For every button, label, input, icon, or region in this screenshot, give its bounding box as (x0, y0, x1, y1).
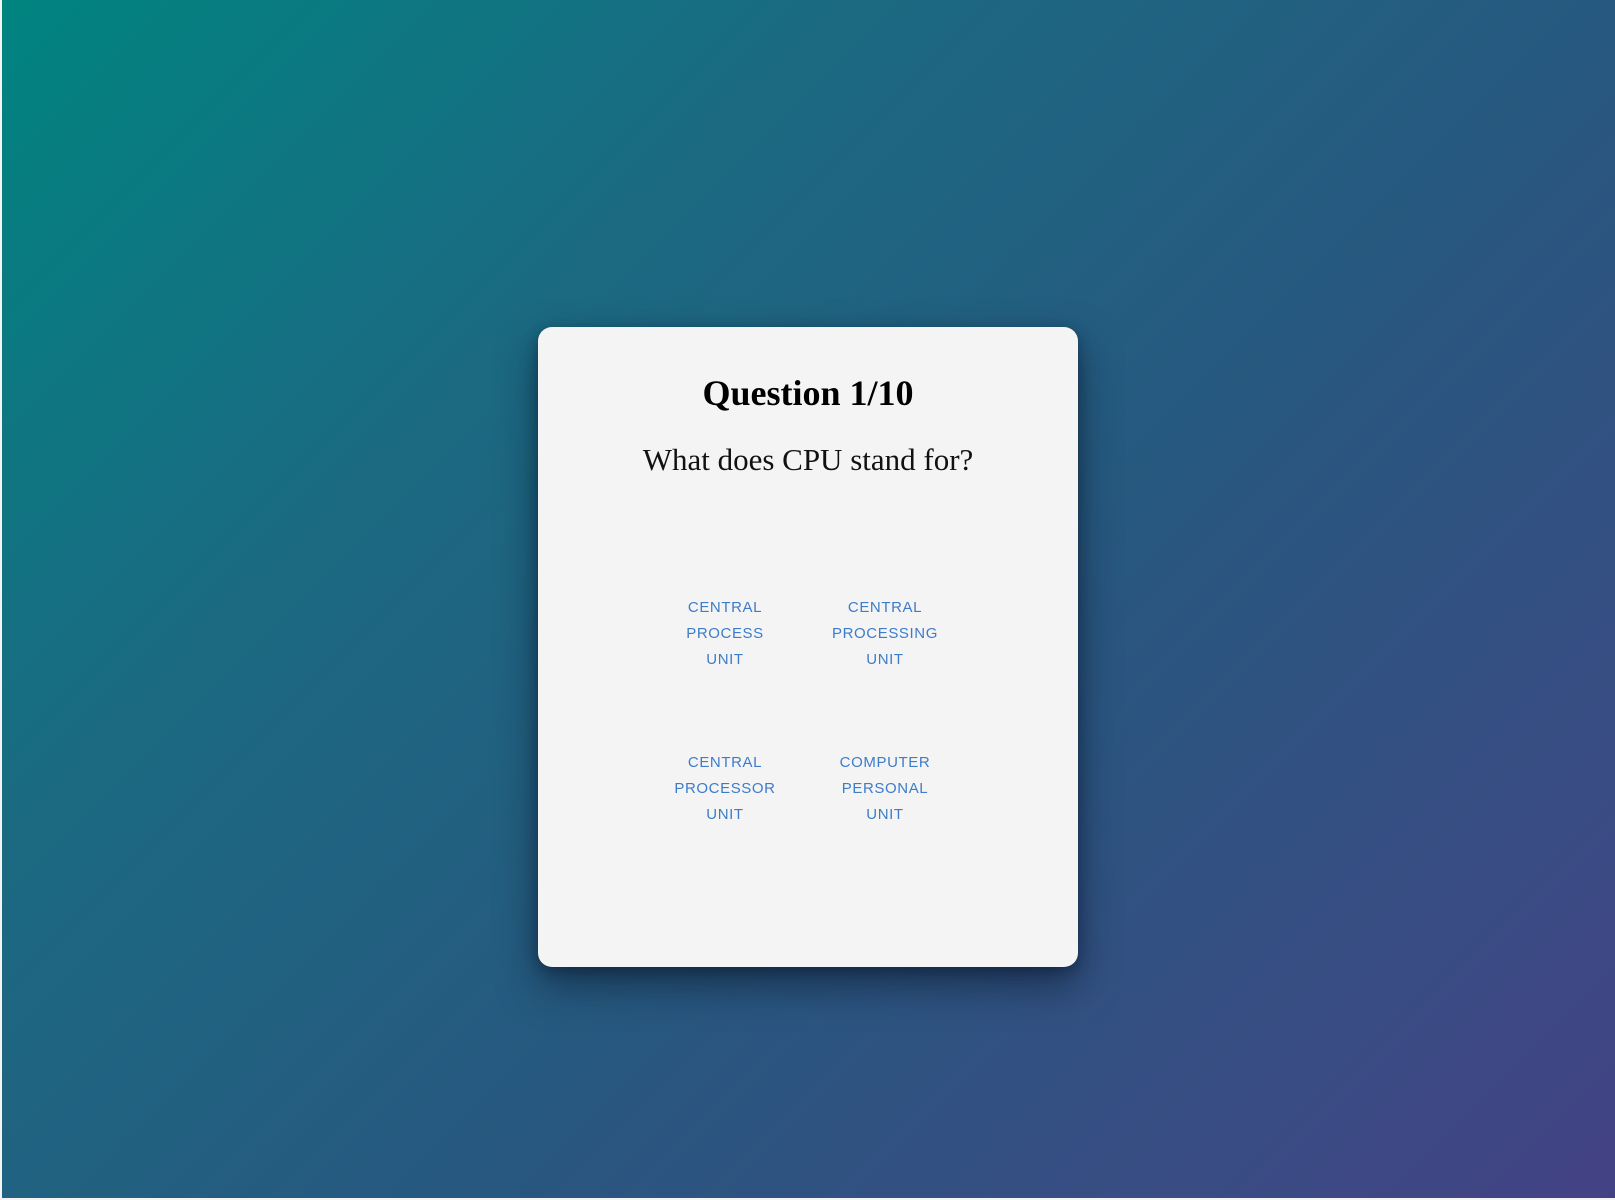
answer-label: CENTRAL PROCESSING UNIT (831, 599, 939, 668)
quiz-card: Question 1/10 What does CPU stand for? C… (538, 327, 1078, 967)
answer-button-2[interactable]: CENTRAL PROCESSING UNIT (805, 559, 965, 709)
answer-label: CENTRAL PROCESS UNIT (686, 599, 764, 668)
answer-button-1[interactable]: CENTRAL PROCESS UNIT (645, 559, 805, 709)
answer-button-4[interactable]: COMPUTER PERSONAL UNIT (805, 714, 965, 864)
window-left-edge (0, 0, 2, 1200)
answer-grid: CENTRAL PROCESS UNIT CENTRAL PROCESSING … (645, 559, 965, 879)
answer-button-3[interactable]: CENTRAL PROCESSOR UNIT (645, 714, 805, 864)
answer-label: CENTRAL PROCESSOR UNIT (674, 754, 776, 823)
answer-label: COMPUTER PERSONAL UNIT (839, 754, 931, 823)
question-text: What does CPU stand for? (642, 442, 974, 477)
question-counter: Question 1/10 (702, 373, 914, 413)
